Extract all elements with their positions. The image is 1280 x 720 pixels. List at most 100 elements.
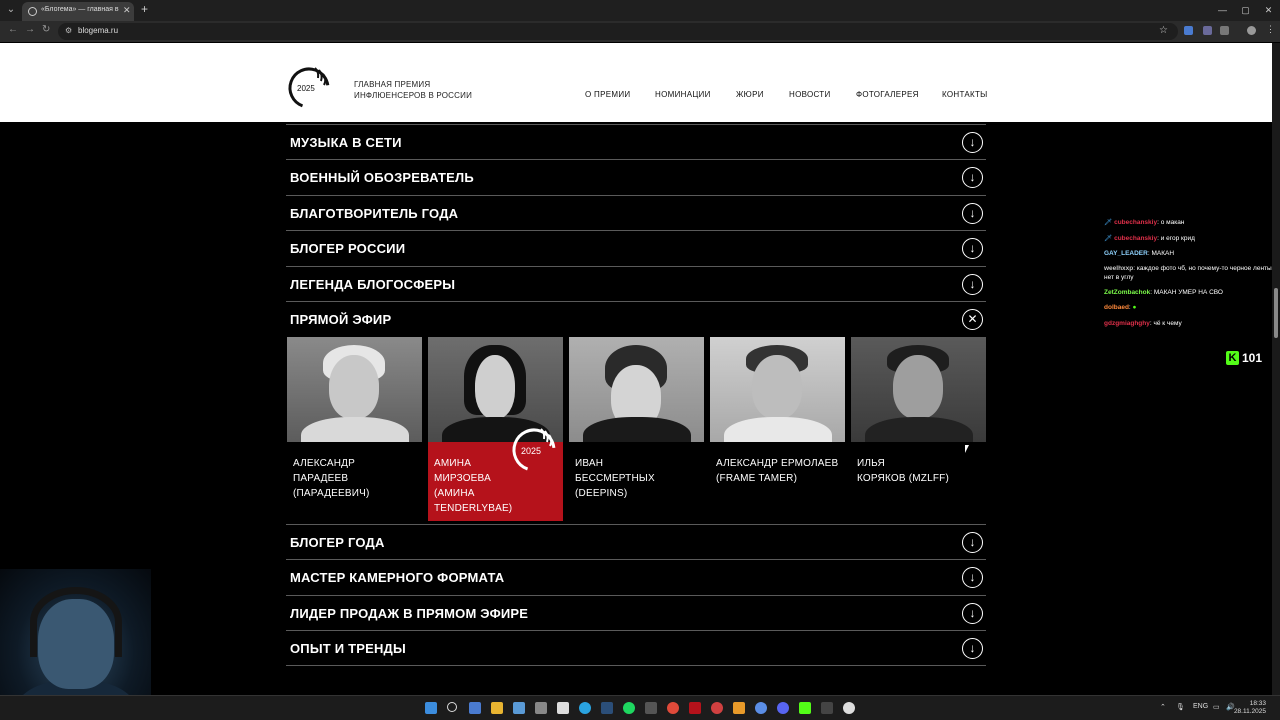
spotify-icon[interactable] — [623, 702, 635, 714]
nav-contacts[interactable]: КОНТАКТЫ — [942, 90, 988, 99]
tab-search-icon[interactable]: ⌄ — [4, 3, 18, 17]
extension-icon[interactable] — [1184, 26, 1193, 35]
chat-text: чё к чему — [1153, 319, 1182, 327]
close-circle-icon[interactable]: ✕ — [962, 309, 983, 330]
app-icon[interactable] — [733, 702, 745, 714]
site-logo[interactable]: 2025 — [286, 64, 332, 110]
arrow-down-circle-icon[interactable]: ↓ — [962, 132, 983, 153]
nav-gallery[interactable]: ФОТОГАЛЕРЕЯ — [856, 90, 919, 99]
app-icon[interactable] — [645, 702, 657, 714]
extensions-puzzle-icon[interactable] — [1220, 26, 1229, 35]
app-icon[interactable] — [513, 702, 525, 714]
system-clock[interactable]: 18:33 28.11.2025 — [1234, 700, 1266, 716]
app-icon[interactable] — [535, 702, 547, 714]
category-row[interactable]: ОПЫТ И ТРЕНДЫ ↓ — [286, 630, 986, 666]
close-window-button[interactable]: ✕ — [1257, 0, 1280, 21]
nav-jury[interactable]: ЖЮРИ — [736, 90, 764, 99]
back-button[interactable]: ← — [8, 24, 18, 35]
search-icon[interactable] — [447, 702, 457, 712]
maximize-button[interactable]: ▢ — [1234, 0, 1257, 21]
category-row[interactable]: МУЗЫКА В СЕТИ ↓ — [286, 124, 986, 160]
category-row[interactable]: БЛОГЕР РОССИИ ↓ — [286, 230, 986, 266]
page-scrollbar[interactable] — [1272, 43, 1280, 695]
arrow-down-circle-icon[interactable]: ↓ — [962, 603, 983, 624]
discord-icon[interactable] — [777, 702, 789, 714]
category-label: ВОЕННЫЙ ОБОЗРЕВАТЕЛЬ — [290, 170, 474, 185]
category-label: ЛИДЕР ПРОДАЖ В ПРЯМОМ ЭФИРЕ — [290, 606, 529, 621]
nominee-card[interactable]: АЛЕКСАНДР ПАРАДЕЕВ (ПАРАДЕЕВИЧ) — [287, 337, 422, 521]
chat-username[interactable]: GAY_LEADER — [1104, 250, 1148, 257]
language-indicator[interactable]: ENG — [1193, 703, 1208, 710]
chat-message: ZetZombachok: МАКАН УМЕР НА СВО — [1104, 288, 1223, 296]
start-menu-icon[interactable] — [425, 702, 437, 714]
nav-about[interactable]: О ПРЕМИИ — [585, 90, 630, 99]
category-row[interactable]: БЛАГОТВОРИТЕЛЬ ГОДА ↓ — [286, 195, 986, 231]
task-view-icon[interactable] — [469, 702, 481, 714]
sword-icon: 🗡 — [1104, 219, 1113, 226]
chat-message: gdzgmiaghghy: чё к чему — [1104, 319, 1182, 327]
arrow-down-circle-icon[interactable]: ↓ — [962, 203, 983, 224]
arrow-down-circle-icon[interactable]: ↓ — [962, 567, 983, 588]
minimize-button[interactable]: — — [1211, 0, 1234, 21]
chat-username[interactable]: ZetZombachok — [1104, 289, 1150, 296]
new-tab-button[interactable]: + — [141, 2, 148, 16]
app-icon[interactable] — [689, 702, 701, 714]
category-row[interactable]: ЛЕГЕНДА БЛОГОСФЕРЫ ↓ — [286, 266, 986, 302]
category-row-open[interactable]: ПРЯМОЙ ЭФИР ✕ — [286, 301, 986, 337]
microphone-icon[interactable]: 🎙 — [1176, 703, 1185, 711]
chat-message: GAY_LEADER: МАКАН — [1104, 250, 1175, 257]
category-label: ПРЯМОЙ ЭФИР — [290, 312, 392, 327]
forward-button[interactable]: → — [25, 24, 35, 35]
chat-username[interactable]: cubechanskiy — [1114, 235, 1157, 242]
chat-username[interactable]: dolbaed — [1104, 304, 1129, 311]
category-row[interactable]: ВОЕННЫЙ ОБОЗРЕВАТЕЛЬ ↓ — [286, 159, 986, 195]
chat-username[interactable]: cubechanskiy — [1114, 219, 1157, 226]
address-bar[interactable]: ⚙ blogema.ru ☆ — [58, 23, 1178, 40]
category-row[interactable]: МАСТЕР КАМЕРНОГО ФОРМАТА ↓ — [286, 559, 986, 595]
stream-chat: 🗡 cubechanskiy: о макан 🗡 cubechanskiy: … — [1104, 215, 1274, 331]
profile-avatar[interactable] — [1247, 26, 1256, 35]
app-icon[interactable] — [557, 702, 569, 714]
arrow-down-circle-icon[interactable]: ↓ — [962, 167, 983, 188]
headphones-icon — [30, 587, 122, 657]
bookmark-star-icon[interactable]: ☆ — [1159, 25, 1168, 36]
nav-news[interactable]: НОВОСТИ — [789, 90, 831, 99]
file-explorer-icon[interactable] — [491, 702, 503, 714]
nominee-card-winner[interactable]: 2025 АМИНА МИРЗОЕВА (АМИНА TENDERLYBAE) — [428, 337, 563, 521]
arrow-down-circle-icon[interactable]: ↓ — [962, 238, 983, 259]
browser-tab[interactable]: «Блогема» — главная в Росси ✕ — [22, 2, 134, 21]
url-text[interactable]: blogema.ru — [78, 26, 118, 35]
obs-icon[interactable] — [843, 702, 855, 714]
tagline-line-2: ИНФЛЮЕНСЕРОВ В РОССИИ — [354, 91, 473, 100]
tray-chevron-icon[interactable]: ⌃ — [1160, 703, 1166, 711]
app-icon[interactable] — [711, 702, 723, 714]
app-icon[interactable] — [821, 702, 833, 714]
arrow-down-circle-icon[interactable]: ↓ — [962, 274, 983, 295]
chrome-icon[interactable] — [667, 702, 679, 714]
scrollbar-thumb[interactable] — [1274, 288, 1278, 338]
nominee-card[interactable]: ИВАН БЕССМЕРТНЫХ (DEEPINS) — [569, 337, 704, 521]
tab-close-icon[interactable]: ✕ — [123, 5, 131, 16]
reload-button[interactable]: ↻ — [42, 24, 50, 35]
telegram-icon[interactable] — [579, 702, 591, 714]
nav-nominations[interactable]: НОМИНАЦИИ — [655, 90, 711, 99]
category-row[interactable]: БЛОГЕР ГОДА ↓ — [286, 524, 986, 560]
chat-username[interactable]: gdzgmiaghghy — [1104, 320, 1150, 327]
extension-icon[interactable] — [1203, 26, 1212, 35]
category-row[interactable]: ЛИДЕР ПРОДАЖ В ПРЯМОМ ЭФИРЕ ↓ — [286, 595, 986, 631]
browser-menu-icon[interactable]: ⋮ — [1266, 24, 1275, 34]
nominee-card[interactable]: АЛЕКСАНДР ЕРМОЛАЕВ (FRAME TAMER) — [710, 337, 845, 521]
category-label: БЛОГЕР РОССИИ — [290, 241, 406, 256]
kick-logo-icon: K — [1226, 351, 1239, 365]
app-icon[interactable] — [755, 702, 767, 714]
nominee-name: ИЛЬЯ КОРЯКОВ (MZLFF) — [857, 458, 949, 484]
network-icon[interactable]: ▭ — [1213, 703, 1220, 711]
site-info-icon[interactable]: ⚙ — [65, 26, 72, 35]
arrow-down-circle-icon[interactable]: ↓ — [962, 532, 983, 553]
arrow-down-circle-icon[interactable]: ↓ — [962, 638, 983, 659]
steam-icon[interactable] — [601, 702, 613, 714]
minecraft-icon[interactable] — [799, 702, 811, 714]
nominee-card[interactable]: ИЛЬЯ КОРЯКОВ (MZLFF) — [851, 337, 986, 521]
chat-username[interactable]: weelhxxp — [1104, 265, 1133, 272]
windows-taskbar: ⌃ 🎙 ENG ▭ 🔊 18:33 28.11.2025 — [0, 695, 1280, 720]
